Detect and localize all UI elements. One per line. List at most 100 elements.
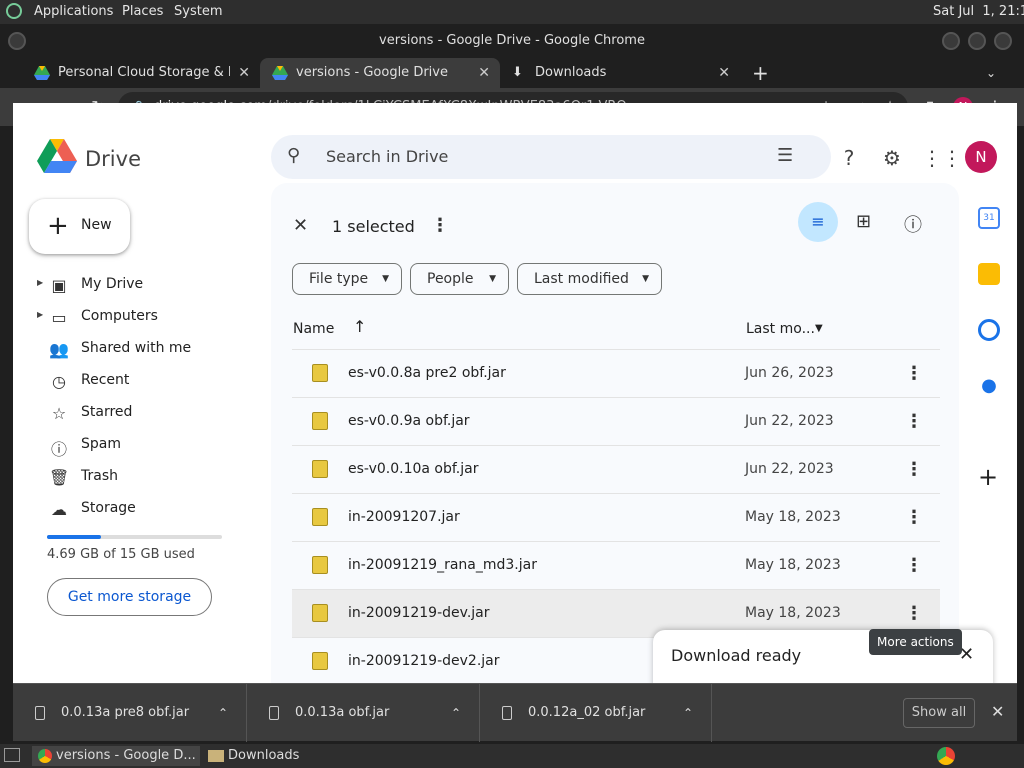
taskbar-item-chrome[interactable]: versions - Google D... xyxy=(32,746,200,766)
column-header-name[interactable]: Name xyxy=(293,321,334,337)
chevron-up-icon[interactable]: ⌃ xyxy=(683,684,693,742)
storage-bar xyxy=(47,535,222,539)
contacts-icon[interactable]: ● xyxy=(978,375,1000,397)
tab-search-icon[interactable]: ⌄ xyxy=(986,58,996,88)
caret-down-icon: ▼ xyxy=(489,274,496,284)
calendar-icon[interactable]: 31 xyxy=(978,207,1000,229)
sidebar-item-my-drive[interactable]: ▶ ▣ My Drive xyxy=(13,270,263,302)
account-avatar[interactable]: N xyxy=(965,141,997,173)
expand-arrow-icon[interactable]: ▶ xyxy=(37,310,43,319)
close-icon[interactable]: ✕ xyxy=(238,58,250,88)
search-options-icon[interactable]: ☰ xyxy=(777,145,793,166)
more-actions-icon[interactable]: ⋮ xyxy=(904,362,924,386)
chevron-up-icon[interactable]: ⌃ xyxy=(451,684,461,742)
clock[interactable]: Sat Jul 1, 21:13 xyxy=(933,4,1024,19)
column-header-last-modified[interactable]: Last mo... xyxy=(746,321,815,337)
close-window-icon[interactable] xyxy=(994,32,1012,50)
close-shelf-icon[interactable]: ✕ xyxy=(991,702,1004,721)
google-drive-icon xyxy=(34,66,50,80)
new-tab-button[interactable]: + xyxy=(752,58,769,88)
more-actions-tooltip: More actions xyxy=(869,629,962,655)
star-icon: ☆ xyxy=(51,404,67,423)
clear-selection-icon[interactable]: ✕ xyxy=(293,215,308,236)
show-desktop-icon[interactable] xyxy=(4,748,20,762)
tray-chrome-icon[interactable] xyxy=(937,747,955,765)
tab-personal-cloud[interactable]: Personal Cloud Storage & File ✕ xyxy=(14,58,260,88)
filter-chip-last-modified[interactable]: Last modified ▼ xyxy=(517,263,662,295)
table-row[interactable]: es-v0.0.10a obf.jar Jun 22, 2023 ⋮ xyxy=(292,445,940,493)
sidebar-item-storage[interactable]: ☁ Storage xyxy=(13,494,263,526)
more-actions-icon[interactable]: ⋮ xyxy=(904,410,924,434)
add-addon-icon[interactable]: + xyxy=(978,463,998,491)
sidebar-item-recent[interactable]: ◷ Recent xyxy=(13,366,263,398)
more-actions-icon[interactable]: ⋮ xyxy=(904,554,924,578)
download-item[interactable]: 0.0.13a obf.jar ⌃ xyxy=(246,684,479,742)
sidebar-item-label: Trash xyxy=(81,468,118,484)
table-row[interactable]: es-v0.0.9a obf.jar Jun 22, 2023 ⋮ xyxy=(292,397,940,445)
table-row[interactable]: in-20091207.jar May 18, 2023 ⋮ xyxy=(292,493,940,541)
caret-down-icon[interactable]: ▼ xyxy=(815,323,823,334)
top-panel: Applications Places System Sat Jul 1, 21… xyxy=(0,0,1024,24)
filter-chip-people[interactable]: People ▼ xyxy=(410,263,509,295)
apps-grid-icon[interactable]: ⋮⋮ xyxy=(922,145,962,171)
download-item[interactable]: 0.0.12a_02 obf.jar ⌃ xyxy=(479,684,712,742)
menu-places[interactable]: Places xyxy=(122,4,163,19)
new-button[interactable]: + New xyxy=(29,199,130,254)
sidebar-item-trash[interactable]: 🗑 Trash xyxy=(13,462,263,494)
gnome-foot-icon[interactable] xyxy=(6,3,22,19)
storage-bar-fill xyxy=(47,535,102,539)
filter-icon[interactable]: ≡ xyxy=(798,202,838,242)
sidebar-item-label: Spam xyxy=(81,436,121,452)
sidebar-item-computers[interactable]: ▶ ▭ Computers xyxy=(13,302,263,334)
grid-view-icon[interactable]: ⊞ xyxy=(856,211,871,232)
help-icon[interactable]: ? xyxy=(836,145,862,171)
get-more-storage-button[interactable]: Get more storage xyxy=(47,578,212,616)
maximize-icon[interactable] xyxy=(968,32,986,50)
caret-down-icon: ▼ xyxy=(382,274,389,284)
table-row[interactable]: in-20091219_rana_md3.jar May 18, 2023 ⋮ xyxy=(292,541,940,589)
keep-icon[interactable] xyxy=(978,263,1000,285)
window-title: versions - Google Drive - Google Chrome xyxy=(379,33,645,48)
show-all-button[interactable]: Show all xyxy=(903,698,975,728)
search-input[interactable]: ⚲ Search in Drive ☰ xyxy=(271,135,831,179)
file-modified-date: Jun 22, 2023 xyxy=(745,461,834,477)
chevron-up-icon[interactable]: ⌃ xyxy=(218,684,228,742)
sidebar-item-starred[interactable]: ☆ Starred xyxy=(13,398,263,430)
drive-logo-text[interactable]: Drive xyxy=(85,147,141,171)
tab-downloads[interactable]: ⬇ Downloads ✕ xyxy=(500,58,740,88)
file-modified-date: May 18, 2023 xyxy=(745,557,841,573)
jar-file-icon xyxy=(312,652,328,670)
file-modified-date: Jun 22, 2023 xyxy=(745,413,834,429)
sort-arrow-up-icon[interactable]: ↑ xyxy=(353,317,366,336)
search-icon[interactable]: ⚲ xyxy=(287,145,300,166)
drive-logo-icon[interactable] xyxy=(37,139,77,175)
download-icon: ⬇ xyxy=(512,65,523,80)
close-icon[interactable]: ✕ xyxy=(718,58,730,88)
file-list-panel: ✕ 1 selected ⋮ ≡ ⊞ ⓘ File type ▼ People ▼ … xyxy=(271,183,959,683)
sidebar-item-spam[interactable]: ⓘ Spam xyxy=(13,430,263,462)
sidebar-item-shared[interactable]: 👥 Shared with me xyxy=(13,334,263,366)
drive-page: Drive ⚲ Search in Drive ☰ ? ⚙ ⋮⋮ N + New… xyxy=(13,103,1017,683)
filter-chip-file-type[interactable]: File type ▼ xyxy=(292,263,402,295)
jar-file-icon xyxy=(312,556,328,574)
window-menu-icon[interactable] xyxy=(8,32,26,50)
tasks-icon[interactable] xyxy=(978,319,1000,341)
more-actions-icon[interactable]: ⋮ xyxy=(904,602,924,626)
menu-applications[interactable]: Applications xyxy=(34,4,113,19)
taskbar-item-downloads[interactable]: Downloads xyxy=(204,746,299,766)
selection-more-icon[interactable]: ⋮ xyxy=(431,215,449,236)
minimize-icon[interactable] xyxy=(942,32,960,50)
info-icon[interactable]: ⓘ xyxy=(904,211,922,237)
gear-icon[interactable]: ⚙ xyxy=(879,145,905,171)
close-icon[interactable]: ✕ xyxy=(478,58,490,88)
jar-file-icon xyxy=(312,460,328,478)
more-actions-icon[interactable]: ⋮ xyxy=(904,506,924,530)
file-name: in-20091219_rana_md3.jar xyxy=(348,557,537,573)
table-row[interactable]: es-v0.0.8a pre2 obf.jar Jun 26, 2023 ⋮ xyxy=(292,349,940,397)
more-actions-icon[interactable]: ⋮ xyxy=(904,458,924,482)
people-icon: 👥 xyxy=(49,340,69,359)
expand-arrow-icon[interactable]: ▶ xyxy=(37,278,43,287)
download-item[interactable]: 0.0.13a pre8 obf.jar ⌃ xyxy=(13,684,246,742)
tab-versions[interactable]: versions - Google Drive ✕ xyxy=(260,58,500,88)
menu-system[interactable]: System xyxy=(174,4,222,19)
